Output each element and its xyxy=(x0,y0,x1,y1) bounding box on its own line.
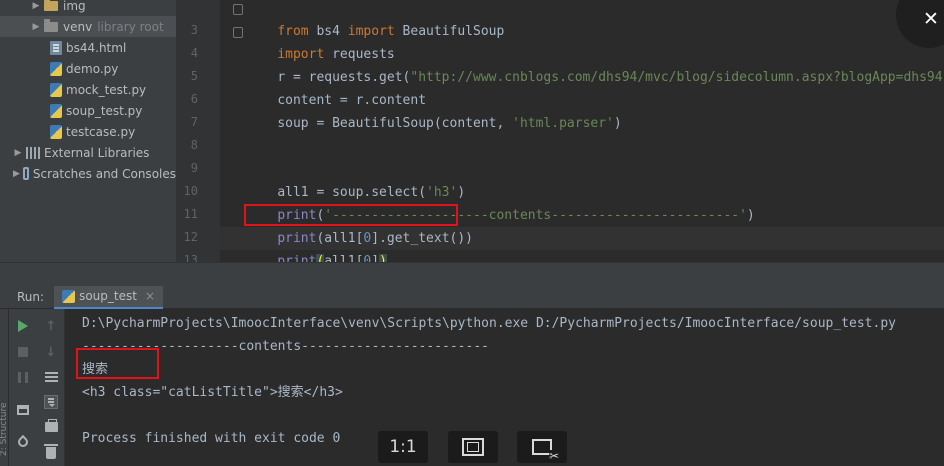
stop-icon xyxy=(18,347,28,357)
close-icon: ✕ xyxy=(923,8,939,30)
tree-item-bs44-html[interactable]: bs44.html xyxy=(0,37,176,58)
console-line: D:\PycharmProjects\ImoocInterface\venv\S… xyxy=(82,316,896,331)
code-line: import requests xyxy=(277,47,395,62)
scratches-icon xyxy=(22,167,29,180)
tree-item-venv[interactable]: ▶ venv library root xyxy=(0,16,176,37)
project-tree: ▶ img ▶ venv library root bs44.html demo… xyxy=(0,0,176,262)
python-file-icon xyxy=(62,289,76,303)
scroll-to-end-icon xyxy=(44,395,58,409)
crop-scissors-icon xyxy=(532,439,559,462)
highlight-box-output xyxy=(76,348,159,379)
code-line: r = requests.get("http://www.cnblogs.com… xyxy=(277,70,944,85)
code-line: content = r.content xyxy=(277,93,427,108)
pause-icon xyxy=(18,371,28,383)
fit-to-window-button[interactable] xyxy=(448,431,498,463)
line-number: 6 xyxy=(190,92,198,106)
collapsed-arrow-icon[interactable]: ▶ xyxy=(13,169,20,179)
arrow-up-icon: ↑ xyxy=(45,318,57,334)
line-number: 3 xyxy=(190,23,198,37)
run-panel-header: Run: soup_test × xyxy=(0,285,944,309)
line-number: 11 xyxy=(183,207,198,221)
code-line: all1 = soup.select('h3') xyxy=(277,185,466,200)
rerun-button[interactable] xyxy=(13,316,33,336)
panel-divider[interactable] xyxy=(0,262,944,286)
collapsed-arrow-icon[interactable]: ▶ xyxy=(31,1,41,11)
console-line: <h3 class="catListTitle">搜索</h3> xyxy=(82,385,343,400)
code-line: soup = BeautifulSoup(content, 'html.pars… xyxy=(277,116,622,131)
line-number: 7 xyxy=(190,115,198,129)
libraries-icon xyxy=(26,146,40,159)
line-number: 5 xyxy=(190,69,198,83)
pin-icon xyxy=(15,434,31,450)
line-number: 10 xyxy=(183,184,198,198)
collapsed-arrow-icon[interactable]: ▶ xyxy=(31,22,41,32)
pin-tab-button[interactable] xyxy=(13,432,33,452)
run-toolbar: ↑ ↓ xyxy=(9,309,65,466)
tab-close-icon[interactable]: × xyxy=(145,289,155,303)
tree-item-external-libraries[interactable]: ▶ External Libraries xyxy=(0,142,176,163)
tree-item-testcase-py[interactable]: testcase.py xyxy=(0,121,176,142)
run-console[interactable]: D:\PycharmProjects\ImoocInterface\venv\S… xyxy=(66,309,944,466)
pause-button[interactable] xyxy=(13,367,33,387)
soft-wrap-icon xyxy=(44,372,58,382)
zoom-label: 1:1 xyxy=(389,437,417,457)
stop-button[interactable] xyxy=(13,342,33,362)
fit-window-icon xyxy=(462,438,484,456)
tree-item-demo-py[interactable]: demo.py xyxy=(0,58,176,79)
run-label: Run: xyxy=(17,290,45,304)
scroll-to-end-button[interactable] xyxy=(41,392,61,412)
run-tab-soup-test[interactable]: soup_test × xyxy=(54,285,163,309)
folder-icon xyxy=(44,0,58,11)
line-number: 8 xyxy=(190,138,198,152)
play-icon xyxy=(18,320,28,332)
fold-marker-icon[interactable] xyxy=(233,4,243,15)
print-button[interactable] xyxy=(41,417,61,437)
trash-icon xyxy=(44,444,58,459)
structure-tool-window-label[interactable]: 2: Structure xyxy=(0,366,9,457)
code-line: print('--------------------contents-----… xyxy=(277,208,755,223)
collapsed-arrow-icon[interactable]: ▶ xyxy=(13,148,23,158)
code-line: print(all1[0]) xyxy=(246,227,387,262)
line-number: 9 xyxy=(190,161,198,175)
line-number: 4 xyxy=(190,46,198,60)
python-file-icon xyxy=(50,103,62,118)
arrow-down-icon: ↓ xyxy=(45,344,57,360)
library-folder-icon xyxy=(44,18,58,32)
fold-marker-icon[interactable] xyxy=(233,27,243,38)
code-line: from bs4 import BeautifulSoup xyxy=(277,24,505,39)
python-file-icon xyxy=(50,124,62,139)
highlight-box-code xyxy=(244,204,458,226)
console-line: Process finished with exit code 0 xyxy=(82,431,341,446)
scroll-down-button[interactable]: ↓ xyxy=(41,342,61,362)
crop-button[interactable] xyxy=(517,431,567,463)
tree-item-img[interactable]: ▶ img xyxy=(0,0,176,16)
scroll-up-button[interactable]: ↑ xyxy=(41,316,61,336)
python-file-icon xyxy=(50,82,62,97)
layout-icon xyxy=(17,405,29,415)
html-file-icon xyxy=(50,40,62,55)
restore-layout-button[interactable] xyxy=(13,400,33,420)
tree-item-scratches[interactable]: ▶ Scratches and Consoles xyxy=(0,163,176,184)
python-file-icon xyxy=(50,61,62,76)
actual-size-button[interactable]: 1:1 xyxy=(378,431,428,463)
tree-item-soup-test-py[interactable]: soup_test.py xyxy=(0,100,176,121)
line-number: 12 xyxy=(183,230,198,244)
print-icon xyxy=(44,419,58,432)
tree-item-mock-test-py[interactable]: mock_test.py xyxy=(0,79,176,100)
soft-wrap-button[interactable] xyxy=(41,367,61,387)
code-editor[interactable]: from bs4 import BeautifulSoup import req… xyxy=(220,0,944,262)
line-number-gutter: 3 4 5 6 7 8 9 10 11 12 13 xyxy=(176,0,220,267)
clear-all-button[interactable] xyxy=(41,443,61,463)
